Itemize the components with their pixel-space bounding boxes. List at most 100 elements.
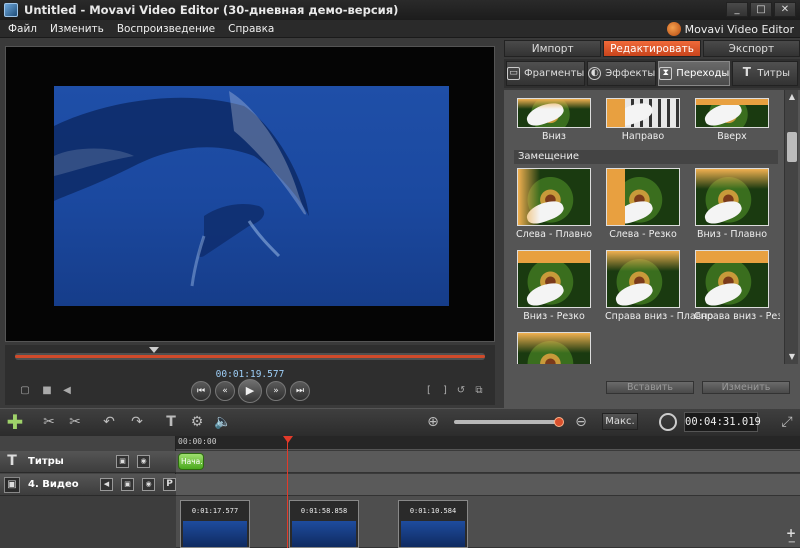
rotate-icon[interactable]: ↺ xyxy=(455,385,467,397)
section-header-replace: Замещение xyxy=(514,150,778,164)
video-clips-track[interactable] xyxy=(176,496,800,548)
video-track[interactable] xyxy=(176,474,800,496)
clip-thumbnail xyxy=(401,521,465,547)
transition-right[interactable]: Направо xyxy=(605,98,681,142)
subtab-fragments[interactable]: ▭ Фрагменты xyxy=(506,61,586,86)
transition-rightdown-sharp[interactable]: Справа вниз - Резко xyxy=(694,250,780,322)
subtab-effects[interactable]: ◐ Эффекты xyxy=(587,61,657,86)
remove-track-icon[interactable]: − xyxy=(788,537,796,548)
max-zoom-button[interactable]: Макс. xyxy=(602,413,638,430)
clip-thumbnail xyxy=(292,521,356,547)
subtab-titles[interactable]: T Титры xyxy=(732,61,798,86)
transition-label: Вверх xyxy=(717,131,747,142)
scroll-thumb[interactable] xyxy=(787,132,797,162)
transition-down-smooth[interactable]: Вниз - Плавно xyxy=(694,168,770,240)
video-preview[interactable] xyxy=(5,46,495,342)
zoom-slider-handle[interactable] xyxy=(554,417,564,427)
clip-thumbnail xyxy=(183,521,247,547)
minimize-button[interactable]: _ xyxy=(726,2,748,17)
scrub-progress xyxy=(15,355,485,358)
close-button[interactable]: ✕ xyxy=(774,2,796,17)
adjust-icon[interactable]: ⚙ xyxy=(188,413,206,431)
subtab-effects-label: Эффекты xyxy=(605,68,656,79)
video-clip[interactable]: 0:01:58.858 xyxy=(289,500,359,548)
tab-export[interactable]: Экспорт xyxy=(702,40,800,57)
transition-partial[interactable] xyxy=(516,332,592,364)
menu-playback[interactable]: Воспроизведение xyxy=(112,23,220,35)
transition-label: Справа вниз - Резко xyxy=(694,311,780,322)
brand: Movavi Video Editor xyxy=(666,20,794,38)
zoom-out-icon[interactable]: ⊖ xyxy=(572,413,590,431)
title-clip[interactable]: Нача... xyxy=(178,453,204,470)
clip-duration: 0:01:10.584 xyxy=(409,507,457,515)
effects-icon: ◐ xyxy=(588,67,602,80)
mark-out-icon[interactable]: ] xyxy=(439,385,451,397)
visibility-icon[interactable]: ◉ xyxy=(142,478,155,491)
transition-label: Вниз - Резко xyxy=(523,311,585,322)
skip-back-button[interactable]: ⏮ xyxy=(191,381,211,401)
add-icon[interactable]: ✚ xyxy=(6,412,24,432)
volume-icon[interactable]: ◀ xyxy=(61,385,73,397)
transition-thumbnail xyxy=(517,332,591,364)
video-clip[interactable]: 0:01:10.584 xyxy=(398,500,468,548)
zoom-slider[interactable] xyxy=(454,420,559,424)
skip-forward-button[interactable]: ⏭ xyxy=(290,381,310,401)
subtab-transitions[interactable]: ⧗ Переходы xyxy=(658,61,731,86)
movavi-logo-icon xyxy=(666,22,681,36)
expand-icon[interactable]: ⤢ xyxy=(778,413,796,431)
lock-icon[interactable]: ▣ xyxy=(121,478,134,491)
mute-icon[interactable]: ◀ xyxy=(100,478,113,491)
lock-icon[interactable]: ▣ xyxy=(116,455,129,468)
transition-up[interactable]: Вверх xyxy=(694,98,770,142)
scroll-down-icon[interactable]: ▼ xyxy=(787,352,797,362)
cut-icon[interactable]: ✂ xyxy=(66,413,84,431)
track-header-titles[interactable]: T Титры ▣ ◉ xyxy=(0,451,176,473)
window-title: Untitled - Movavi Video Editor (30-дневн… xyxy=(24,3,399,17)
maximize-button[interactable]: □ xyxy=(750,2,772,17)
menu-edit[interactable]: Изменить xyxy=(45,23,109,35)
mark-in-icon[interactable]: [ xyxy=(423,385,435,397)
clip-duration: 0:01:58.858 xyxy=(300,507,348,515)
transition-thumbnail xyxy=(606,250,680,308)
main-tabs: Импорт Редактировать Экспорт xyxy=(504,40,800,57)
edit-subtabs: ▭ Фрагменты ◐ Эффекты ⧗ Переходы T Титры xyxy=(504,59,800,88)
snapshot-icon[interactable]: ▢ xyxy=(19,385,31,397)
track-header-video[interactable]: ▣ 4. Видео ◀ ▣ ◉ P xyxy=(0,474,176,496)
fullscreen-icon[interactable]: ■ xyxy=(41,385,53,397)
transition-down-sharp[interactable]: Вниз - Резко xyxy=(516,250,592,322)
text-icon[interactable]: T xyxy=(162,413,180,431)
transitions-scrollbar[interactable]: ▲ ▼ xyxy=(784,90,798,364)
transitions-panel: Вниз Направо Вверх Замещение Слева - Пла… xyxy=(504,90,800,408)
titles-track[interactable] xyxy=(176,451,800,473)
tab-import[interactable]: Импорт xyxy=(504,40,602,57)
fast-forward-button[interactable]: » xyxy=(266,381,286,401)
transition-rightdown-smooth[interactable]: Справа вниз - Плавно xyxy=(605,250,713,322)
audio-icon[interactable]: 🔈 xyxy=(214,413,232,431)
transition-left-smooth[interactable]: Слева - Плавно xyxy=(516,168,592,240)
timeline-ruler[interactable]: 00:00:00 xyxy=(176,436,800,450)
scrub-handle[interactable] xyxy=(149,347,159,353)
menu-help[interactable]: Справка xyxy=(223,23,279,35)
video-clip[interactable]: 0:01:17.577 xyxy=(180,500,250,548)
crop-icon[interactable]: ⧉ xyxy=(473,385,485,397)
track-name: Титры xyxy=(28,456,64,467)
scroll-up-icon[interactable]: ▲ xyxy=(787,92,797,102)
transition-thumbnail xyxy=(695,98,769,128)
zoom-in-icon[interactable]: ⊕ xyxy=(424,413,442,431)
rewind-button[interactable]: « xyxy=(215,381,235,401)
play-button[interactable]: ▶ xyxy=(238,379,262,403)
playhead-handle[interactable] xyxy=(283,436,293,443)
split-icon[interactable]: ✂ xyxy=(40,413,58,431)
visibility-icon[interactable]: ◉ xyxy=(137,455,150,468)
pip-icon[interactable]: P xyxy=(163,478,176,491)
change-button[interactable]: Изменить xyxy=(702,381,790,394)
insert-button[interactable]: Вставить xyxy=(606,381,694,394)
transition-left-sharp[interactable]: Слева - Резко xyxy=(605,168,681,240)
transition-down[interactable]: Вниз xyxy=(516,98,592,142)
undo-icon[interactable]: ↶ xyxy=(100,413,118,431)
transition-thumbnail xyxy=(606,98,680,128)
tab-edit[interactable]: Редактировать xyxy=(603,40,701,57)
menu-file[interactable]: Файл xyxy=(3,23,42,35)
playhead[interactable] xyxy=(287,436,288,548)
redo-icon[interactable]: ↷ xyxy=(128,413,146,431)
